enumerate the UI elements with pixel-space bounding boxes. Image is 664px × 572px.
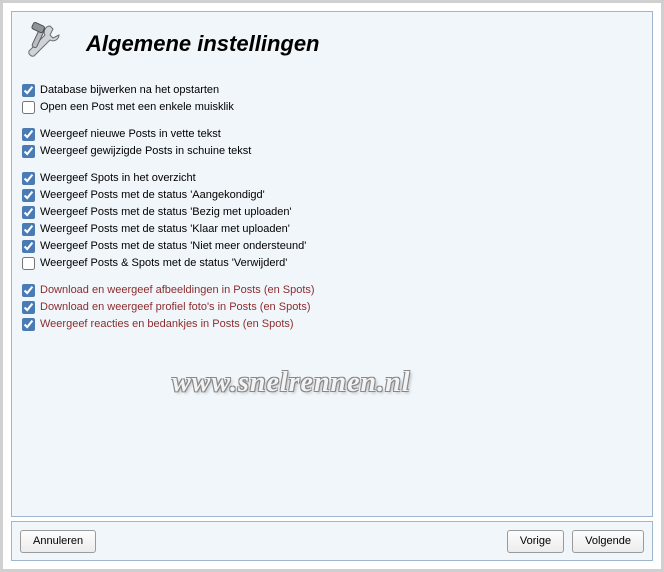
cancel-button[interactable]: Annuleren <box>20 530 96 553</box>
option-label: Weergeef Posts met de status 'Bezig met … <box>40 204 292 221</box>
option-label: Weergeef gewijzigde Posts in schuine tek… <box>40 143 251 160</box>
panel-header: Algemene instellingen <box>12 12 652 78</box>
tools-icon <box>20 22 68 70</box>
option-checkbox[interactable] <box>22 318 35 331</box>
option-row[interactable]: Weergeef Posts met de status 'Niet meer … <box>22 238 642 255</box>
option-checkbox[interactable] <box>22 101 35 114</box>
option-row[interactable]: Download en weergeef profiel foto's in P… <box>22 299 642 316</box>
option-row[interactable]: Weergeef Spots in het overzicht <box>22 170 642 187</box>
option-row[interactable]: Download en weergeef afbeeldingen in Pos… <box>22 282 642 299</box>
next-button[interactable]: Volgende <box>572 530 644 553</box>
option-row[interactable]: Weergeef Posts met de status 'Aangekondi… <box>22 187 642 204</box>
option-row[interactable]: Database bijwerken na het opstarten <box>22 82 642 99</box>
main-panel: Algemene instellingen Database bijwerken… <box>11 11 653 517</box>
option-row[interactable]: Open een Post met een enkele muisklik <box>22 99 642 116</box>
option-label: Download en weergeef afbeeldingen in Pos… <box>40 282 315 299</box>
page-title: Algemene instellingen <box>86 31 320 57</box>
option-checkbox[interactable] <box>22 172 35 185</box>
option-checkbox[interactable] <box>22 128 35 141</box>
option-checkbox[interactable] <box>22 240 35 253</box>
option-checkbox[interactable] <box>22 189 35 202</box>
options-list: Database bijwerken na het opstartenOpen … <box>12 78 652 347</box>
option-label: Weergeef Posts & Spots met de status 'Ve… <box>40 255 287 272</box>
option-checkbox[interactable] <box>22 84 35 97</box>
watermark: www.snelrennen.nl <box>172 367 410 399</box>
option-label: Weergeef Posts met de status 'Aangekondi… <box>40 187 265 204</box>
option-row[interactable]: Weergeef reacties en bedankjes in Posts … <box>22 316 642 333</box>
option-row[interactable]: Weergeef gewijzigde Posts in schuine tek… <box>22 143 642 160</box>
button-bar: Annuleren Vorige Volgende <box>11 521 653 561</box>
option-group: Weergeef nieuwe Posts in vette tekstWeer… <box>22 126 642 160</box>
option-label: Open een Post met een enkele muisklik <box>40 99 234 116</box>
option-label: Download en weergeef profiel foto's in P… <box>40 299 311 316</box>
option-row[interactable]: Weergeef Posts met de status 'Bezig met … <box>22 204 642 221</box>
option-row[interactable]: Weergeef Posts met de status 'Klaar met … <box>22 221 642 238</box>
option-row[interactable]: Weergeef Posts & Spots met de status 'Ve… <box>22 255 642 272</box>
option-checkbox[interactable] <box>22 257 35 270</box>
option-checkbox[interactable] <box>22 301 35 314</box>
option-row[interactable]: Weergeef nieuwe Posts in vette tekst <box>22 126 642 143</box>
option-label: Weergeef reacties en bedankjes in Posts … <box>40 316 294 333</box>
option-group: Download en weergeef afbeeldingen in Pos… <box>22 282 642 333</box>
option-label: Weergeef Spots in het overzicht <box>40 170 196 187</box>
option-checkbox[interactable] <box>22 206 35 219</box>
option-label: Database bijwerken na het opstarten <box>40 82 219 99</box>
option-label: Weergeef Posts met de status 'Niet meer … <box>40 238 306 255</box>
option-checkbox[interactable] <box>22 223 35 236</box>
previous-button[interactable]: Vorige <box>507 530 564 553</box>
option-label: Weergeef nieuwe Posts in vette tekst <box>40 126 221 143</box>
option-checkbox[interactable] <box>22 145 35 158</box>
option-group: Database bijwerken na het opstartenOpen … <box>22 82 642 116</box>
option-group: Weergeef Spots in het overzichtWeergeef … <box>22 170 642 272</box>
option-label: Weergeef Posts met de status 'Klaar met … <box>40 221 290 238</box>
option-checkbox[interactable] <box>22 284 35 297</box>
dialog-window: Algemene instellingen Database bijwerken… <box>0 0 664 572</box>
